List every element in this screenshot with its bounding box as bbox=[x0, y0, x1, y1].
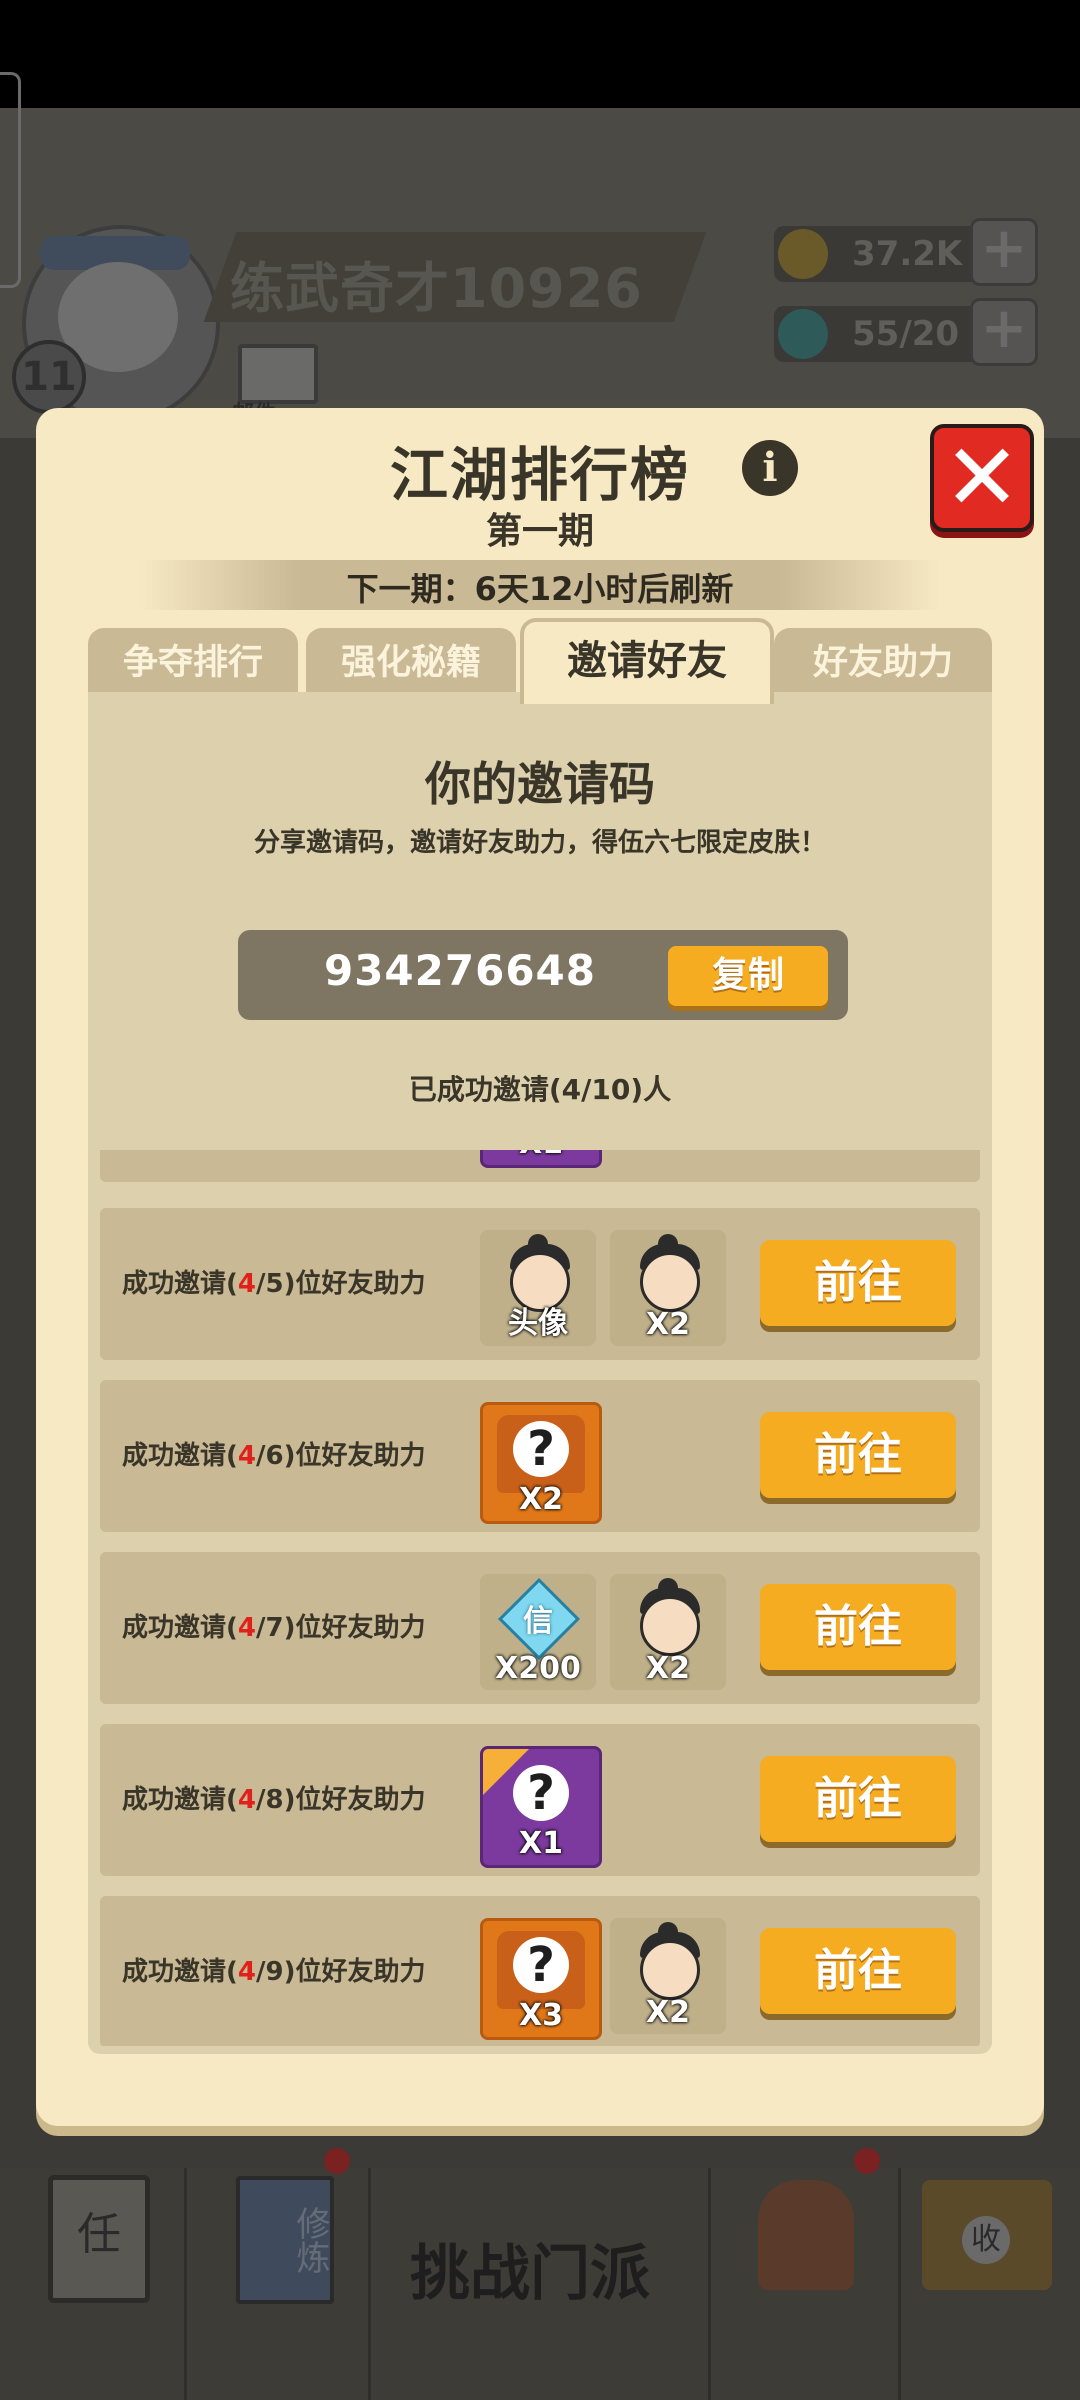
mail-icon[interactable] bbox=[238, 344, 318, 404]
collect-label: 收 bbox=[962, 2216, 1010, 2264]
question-mark-icon: ? bbox=[513, 1937, 569, 1993]
reward-quantity: X1 bbox=[483, 1150, 599, 1161]
reward-list[interactable]: X1 成功邀请(4/5)位好友助力 头像 X2 前往 成功邀请(4/6)位好友助… bbox=[96, 1150, 984, 2046]
letter-gem-reward[interactable]: 信 X200 bbox=[480, 1574, 596, 1690]
energy-icon bbox=[778, 309, 828, 359]
reward-item[interactable]: X1 bbox=[480, 1150, 602, 1168]
add-gold-button[interactable]: + bbox=[970, 218, 1038, 286]
reward-quantity: X2 bbox=[645, 1307, 690, 1342]
tab-invite-friends[interactable]: 邀请好友 bbox=[520, 618, 774, 704]
helmet-icon[interactable] bbox=[758, 2180, 854, 2290]
info-icon[interactable]: i bbox=[742, 440, 798, 496]
list-item: 成功邀请(4/8)位好友助力 ? X1 前往 bbox=[100, 1724, 980, 1876]
coin-icon bbox=[778, 229, 828, 279]
character-fragment-reward[interactable]: X2 bbox=[610, 1574, 726, 1690]
invite-code-value: 934276648 bbox=[323, 946, 596, 995]
character-head bbox=[640, 1940, 700, 2000]
list-item: X1 bbox=[100, 1150, 980, 1182]
invite-description: 分享邀请码，邀请好友助力，得伍六七限定皮肤！ bbox=[253, 828, 826, 858]
player-level-badge: 11 bbox=[12, 340, 86, 414]
invite-code-heading: 你的邀请码 bbox=[425, 757, 655, 811]
tab-compete-ranking[interactable]: 争夺排行 bbox=[88, 628, 298, 698]
character-fragment-reward[interactable]: X2 bbox=[610, 1918, 726, 2034]
go-button[interactable]: 前往 bbox=[760, 1240, 956, 1326]
character-head bbox=[640, 1252, 700, 1312]
list-item: 成功邀请(4/7)位好友助力 信 X200 X2 前往 bbox=[100, 1552, 980, 1704]
question-mark-icon: ? bbox=[513, 1421, 569, 1477]
reward-quantity: X2 bbox=[518, 1482, 563, 1517]
avatar-reward[interactable]: 头像 bbox=[480, 1230, 596, 1346]
mystery-outfit-reward[interactable]: ? X2 bbox=[480, 1402, 602, 1524]
modal-title: 江湖排行榜 bbox=[389, 441, 690, 509]
reward-quantity: X2 bbox=[645, 1995, 690, 2030]
reward-quantity: X200 bbox=[495, 1651, 581, 1686]
go-button[interactable]: 前往 bbox=[760, 1756, 956, 1842]
row-condition: 成功邀请(4/6)位好友助力 bbox=[122, 1441, 426, 1471]
player-name: 练武奇才10926 bbox=[230, 257, 643, 320]
cultivate-book-icon[interactable]: 修炼 bbox=[236, 2176, 334, 2304]
go-button[interactable]: 前往 bbox=[760, 1928, 956, 2014]
list-item: 成功邀请(4/9)位好友助力 ? X3 X2 前往 bbox=[100, 1896, 980, 2046]
reward-quantity: X3 bbox=[518, 1998, 563, 2033]
go-button[interactable]: 前往 bbox=[760, 1584, 956, 1670]
list-item: 成功邀请(4/5)位好友助力 头像 X2 前往 bbox=[100, 1208, 980, 1360]
tab-friend-assist[interactable]: 好友助力 bbox=[774, 628, 992, 698]
question-mark-icon: ? bbox=[513, 1765, 569, 1821]
modal-subtitle: 第一期 bbox=[485, 511, 594, 552]
diamond-label: 信 bbox=[523, 1604, 553, 1639]
character-fragment-reward[interactable]: X2 bbox=[610, 1230, 726, 1346]
reward-quantity: X2 bbox=[645, 1651, 690, 1686]
invite-count: 已成功邀请(4/10)人 bbox=[408, 1073, 672, 1106]
row-condition: 成功邀请(4/5)位好友助力 bbox=[122, 1269, 426, 1299]
mystery-outfit-reward[interactable]: ? X3 bbox=[480, 1918, 602, 2040]
copy-button[interactable]: 复制 bbox=[668, 946, 828, 1006]
side-tab[interactable] bbox=[0, 72, 21, 288]
refresh-countdown: 下一期：6天12小时后刷新 bbox=[346, 570, 734, 608]
gold-amount: 37.2K bbox=[852, 234, 963, 274]
reward-quantity: 头像 bbox=[508, 1306, 568, 1341]
energy-amount: 55/20 bbox=[852, 314, 960, 354]
row-condition: 成功邀请(4/7)位好友助力 bbox=[122, 1613, 426, 1643]
go-button[interactable]: 前往 bbox=[760, 1412, 956, 1498]
character-head bbox=[640, 1596, 700, 1656]
add-energy-button[interactable]: + bbox=[970, 298, 1038, 366]
reward-quantity: X1 bbox=[518, 1826, 563, 1861]
mystery-skin-reward[interactable]: ? X1 bbox=[480, 1746, 602, 1868]
challenge-label[interactable]: 挑战门派 bbox=[410, 2225, 650, 2312]
row-condition: 成功邀请(4/9)位好友助力 bbox=[122, 1957, 426, 1987]
house-icon[interactable]: 收 bbox=[922, 2180, 1052, 2290]
tab-enhance-manual[interactable]: 强化秘籍 bbox=[306, 628, 516, 698]
list-item: 成功邀请(4/6)位好友助力 ? X2 前往 bbox=[100, 1380, 980, 1532]
task-scroll-icon[interactable]: 任 bbox=[48, 2175, 150, 2303]
row-condition: 成功邀请(4/8)位好友助力 bbox=[122, 1785, 426, 1815]
status-bar bbox=[0, 0, 1080, 108]
notification-dot bbox=[324, 2148, 350, 2174]
